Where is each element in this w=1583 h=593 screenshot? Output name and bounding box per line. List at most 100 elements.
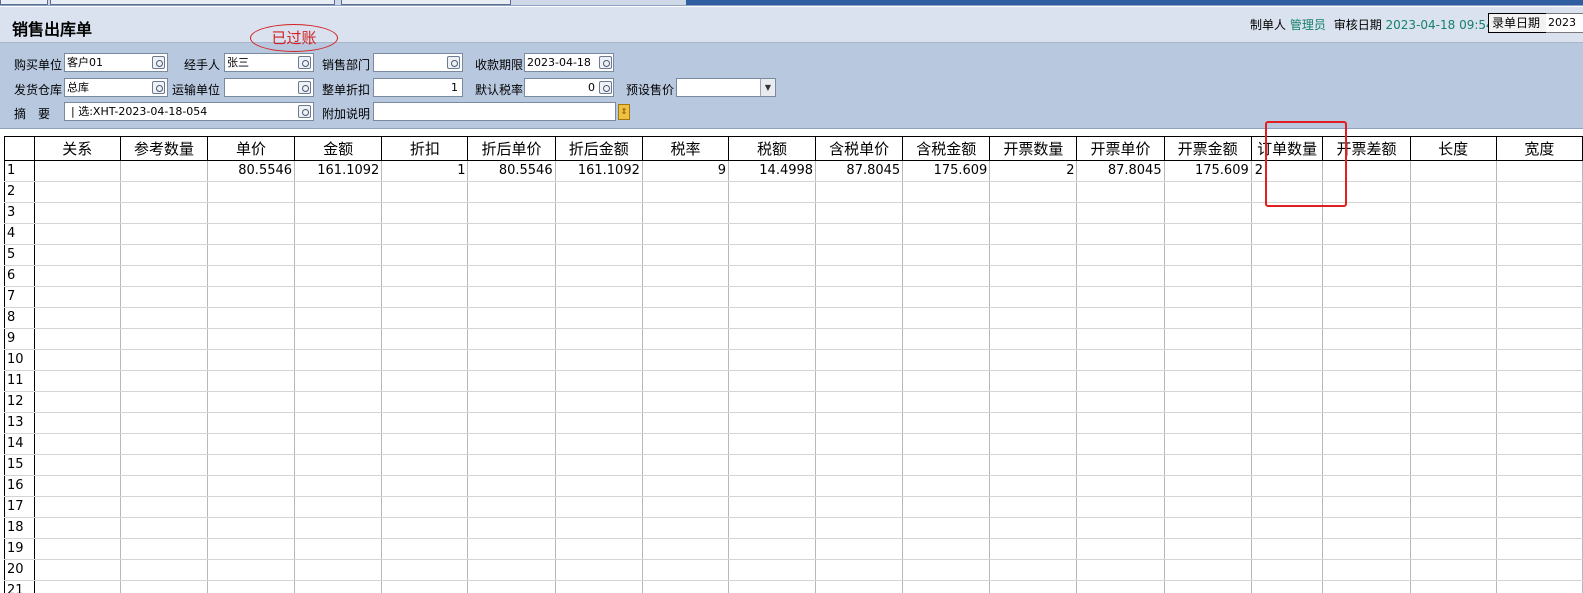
- table-cell[interactable]: [1164, 307, 1252, 329]
- table-row[interactable]: 3: [4, 202, 1583, 224]
- column-header[interactable]: 折后金额: [555, 137, 643, 161]
- table-cell[interactable]: [34, 349, 121, 371]
- table-cell[interactable]: [1496, 244, 1583, 266]
- table-cell[interactable]: [294, 223, 383, 245]
- table-cell[interactable]: [207, 328, 296, 350]
- table-cell[interactable]: [815, 412, 904, 434]
- table-cell[interactable]: [1251, 475, 1324, 497]
- expand-icon[interactable]: ⇕: [618, 104, 630, 120]
- table-cell[interactable]: [381, 286, 469, 308]
- table-cell[interactable]: [467, 433, 556, 455]
- table-cell[interactable]: [1496, 412, 1583, 434]
- table-cell[interactable]: [902, 349, 991, 371]
- table-cell[interactable]: [207, 181, 296, 203]
- table-cell[interactable]: [728, 370, 817, 392]
- table-cell[interactable]: [728, 559, 817, 581]
- table-cell[interactable]: [989, 181, 1078, 203]
- table-cell[interactable]: [294, 265, 383, 287]
- table-cell[interactable]: [642, 223, 730, 245]
- table-cell[interactable]: [381, 454, 469, 476]
- table-cell[interactable]: [467, 496, 556, 518]
- table-cell[interactable]: [989, 223, 1078, 245]
- table-cell[interactable]: [815, 223, 904, 245]
- table-cell[interactable]: [1496, 223, 1583, 245]
- table-cell[interactable]: [294, 433, 383, 455]
- table-cell[interactable]: [381, 412, 469, 434]
- table-cell[interactable]: [1164, 475, 1252, 497]
- table-cell[interactable]: [1251, 349, 1324, 371]
- table-cell[interactable]: [1322, 328, 1411, 350]
- table-cell[interactable]: [642, 349, 730, 371]
- table-cell[interactable]: [555, 349, 643, 371]
- table-cell[interactable]: [1410, 412, 1497, 434]
- table-cell[interactable]: 2: [1251, 160, 1324, 182]
- table-cell[interactable]: [1322, 202, 1411, 224]
- column-header[interactable]: 开票差额: [1322, 137, 1411, 161]
- table-cell[interactable]: [1076, 538, 1165, 560]
- table-cell[interactable]: [1164, 496, 1252, 518]
- table-cell[interactable]: [1076, 412, 1165, 434]
- table-cell[interactable]: [1322, 223, 1411, 245]
- table-cell[interactable]: [207, 538, 296, 560]
- table-cell[interactable]: [815, 181, 904, 203]
- table-cell[interactable]: [728, 496, 817, 518]
- table-cell[interactable]: [467, 307, 556, 329]
- table-cell[interactable]: [1076, 391, 1165, 413]
- table-cell[interactable]: [1251, 391, 1324, 413]
- table-cell[interactable]: [1496, 181, 1583, 203]
- table-cell[interactable]: [1164, 286, 1252, 308]
- table-cell[interactable]: [555, 475, 643, 497]
- table-cell[interactable]: [381, 433, 469, 455]
- table-cell[interactable]: [728, 454, 817, 476]
- table-cell[interactable]: [207, 580, 296, 593]
- table-cell[interactable]: [1076, 286, 1165, 308]
- table-cell[interactable]: [1076, 580, 1165, 593]
- table-cell[interactable]: [642, 580, 730, 593]
- table-cell[interactable]: [1251, 223, 1324, 245]
- table-cell[interactable]: [120, 181, 209, 203]
- table-cell[interactable]: [34, 412, 121, 434]
- table-cell[interactable]: [1496, 160, 1583, 182]
- table-cell[interactable]: [728, 244, 817, 266]
- table-row[interactable]: 11: [4, 370, 1583, 392]
- table-cell[interactable]: [989, 286, 1078, 308]
- column-header[interactable]: 长度: [1410, 137, 1497, 161]
- table-cell[interactable]: [1322, 244, 1411, 266]
- table-cell[interactable]: [381, 244, 469, 266]
- table-cell[interactable]: [1410, 265, 1497, 287]
- table-cell[interactable]: [1164, 244, 1252, 266]
- table-cell[interactable]: [1076, 475, 1165, 497]
- table-cell[interactable]: [1251, 517, 1324, 539]
- table-cell[interactable]: [728, 181, 817, 203]
- table-cell[interactable]: [1164, 580, 1252, 593]
- table-cell[interactable]: [1410, 454, 1497, 476]
- table-cell[interactable]: [1322, 286, 1411, 308]
- table-row[interactable]: 21: [4, 580, 1583, 593]
- table-cell[interactable]: 1: [381, 160, 469, 182]
- table-cell[interactable]: [815, 496, 904, 518]
- table-cell[interactable]: [989, 496, 1078, 518]
- table-cell[interactable]: [1410, 349, 1497, 371]
- table-cell[interactable]: [467, 475, 556, 497]
- table-cell[interactable]: [294, 307, 383, 329]
- table-cell[interactable]: [815, 202, 904, 224]
- table-cell[interactable]: [989, 307, 1078, 329]
- table-cell[interactable]: [467, 328, 556, 350]
- table-cell[interactable]: [642, 517, 730, 539]
- transport-lookup-icon[interactable]: [298, 81, 311, 94]
- table-cell[interactable]: [467, 223, 556, 245]
- dept-lookup-icon[interactable]: [447, 56, 460, 69]
- window-tab[interactable]: [341, 0, 511, 5]
- table-cell[interactable]: [1076, 265, 1165, 287]
- table-cell[interactable]: [120, 349, 209, 371]
- table-cell[interactable]: [902, 496, 991, 518]
- table-cell[interactable]: [555, 496, 643, 518]
- buyer-lookup-icon[interactable]: [152, 56, 165, 69]
- table-cell[interactable]: [120, 391, 209, 413]
- table-cell[interactable]: [34, 265, 121, 287]
- table-cell[interactable]: [294, 580, 383, 593]
- table-row[interactable]: 19: [4, 538, 1583, 560]
- table-cell[interactable]: [1410, 475, 1497, 497]
- table-cell[interactable]: [34, 370, 121, 392]
- table-cell[interactable]: [294, 517, 383, 539]
